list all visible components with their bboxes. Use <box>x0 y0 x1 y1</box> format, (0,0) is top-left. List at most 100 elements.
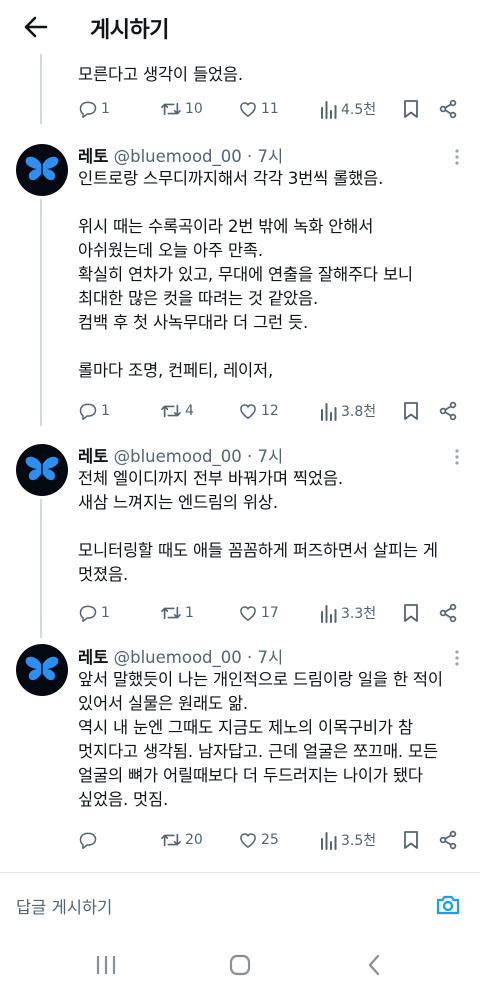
more-icon[interactable] <box>454 148 460 166</box>
previous-post[interactable]: 모른다고 생각이 들었음. 1 10 11 4.5천 <box>0 0 480 132</box>
like-button[interactable]: 11 <box>238 98 279 120</box>
bookmark-button[interactable] <box>402 829 420 851</box>
view-count: 3.8천 <box>341 404 377 420</box>
more-icon[interactable] <box>454 448 460 466</box>
retweet-icon <box>160 603 182 623</box>
author-name[interactable]: 레토 <box>78 147 108 166</box>
recent-apps-icon[interactable] <box>95 953 117 977</box>
bookmark-button[interactable] <box>402 400 420 422</box>
share-icon <box>438 603 458 623</box>
bookmark-icon <box>402 830 420 850</box>
author-handle[interactable]: @bluemood_00 <box>114 447 242 466</box>
more-icon[interactable] <box>454 649 460 667</box>
views-icon <box>320 830 338 850</box>
share-button[interactable] <box>438 829 458 851</box>
post-header: 레토 @bluemood_00 · 7시 <box>78 443 283 467</box>
retweet-button[interactable]: 4 <box>160 400 194 422</box>
like-button[interactable]: 12 <box>238 400 279 422</box>
retweet-count: 4 <box>185 403 194 419</box>
butterfly-icon <box>25 156 59 181</box>
reply-button[interactable]: 1 <box>78 400 110 422</box>
avatar[interactable] <box>16 144 68 196</box>
share-button[interactable] <box>438 400 458 422</box>
action-bar: 1 4 12 3.8천 <box>78 400 462 422</box>
post[interactable]: 레토 @bluemood_00 · 7시 인트로랑 스무디까지해서 각각 3번씩… <box>0 132 480 432</box>
post-text: 앞서 말했듯이 나는 개인적으로 드림이랑 일을 한 적이 있어서 실물은 원래… <box>78 670 443 809</box>
reply-count: 1 <box>101 403 110 419</box>
like-count: 12 <box>261 403 279 419</box>
post-text: 모른다고 생각이 들었음. <box>78 65 243 84</box>
author-name[interactable]: 레토 <box>78 447 108 466</box>
retweet-button[interactable]: 20 <box>160 829 203 851</box>
bookmark-icon <box>402 401 420 421</box>
author-name[interactable]: 레토 <box>78 648 108 667</box>
views-button[interactable]: 3.3천 <box>320 602 376 624</box>
author-handle[interactable]: @bluemood_00 <box>114 147 242 166</box>
reply-icon <box>78 830 98 850</box>
bookmark-icon <box>402 603 420 623</box>
avatar[interactable] <box>16 444 68 496</box>
views-button[interactable]: 3.5천 <box>320 829 376 851</box>
home-icon[interactable] <box>228 953 252 977</box>
reply-count: 1 <box>101 605 110 621</box>
reply-icon <box>78 401 98 421</box>
post-header: 레토 @bluemood_00 · 7시 <box>78 143 283 167</box>
camera-icon[interactable] <box>434 891 462 919</box>
action-bar: 1 1 17 3.3천 <box>78 602 462 624</box>
like-icon <box>238 99 258 119</box>
reply-button[interactable]: 1 <box>78 98 110 120</box>
retweet-count: 10 <box>185 101 203 117</box>
post-time: · 7시 <box>247 648 284 667</box>
reply-button[interactable]: 1 <box>78 602 110 624</box>
like-icon <box>238 603 258 623</box>
bookmark-button[interactable] <box>402 602 420 624</box>
retweet-button[interactable]: 1 <box>160 602 194 624</box>
views-icon <box>320 99 338 119</box>
reply-button[interactable] <box>78 829 101 851</box>
retweet-button[interactable]: 10 <box>160 98 203 120</box>
views-icon <box>320 401 338 421</box>
views-button[interactable]: 3.8천 <box>320 400 376 422</box>
views-icon <box>320 603 338 623</box>
back-nav-icon[interactable] <box>366 953 382 977</box>
like-button[interactable]: 17 <box>238 602 279 624</box>
butterfly-icon <box>25 456 59 481</box>
reply-icon <box>78 99 98 119</box>
retweet-count: 20 <box>185 832 203 848</box>
like-count: 11 <box>261 101 279 117</box>
author-handle[interactable]: @bluemood_00 <box>114 648 242 667</box>
reply-input[interactable]: 답글 게시하기 <box>16 894 112 918</box>
share-button[interactable] <box>438 602 458 624</box>
share-icon <box>438 401 458 421</box>
reply-count: 1 <box>101 101 110 117</box>
post-time: · 7시 <box>247 447 284 466</box>
bookmark-icon <box>402 99 420 119</box>
system-nav-bar <box>0 936 480 994</box>
action-bar: 20 25 3.5천 <box>78 829 462 851</box>
share-button[interactable] <box>438 98 458 120</box>
retweet-icon <box>160 99 182 119</box>
post-time: · 7시 <box>247 147 284 166</box>
action-bar: 1 10 11 4.5천 <box>78 98 462 120</box>
like-icon <box>238 401 258 421</box>
like-button[interactable]: 25 <box>238 829 279 851</box>
view-count: 4.5천 <box>341 102 377 118</box>
post-text: 인트로랑 스무디까지해서 각각 3번씩 롤했음. 위시 때는 수록곡이라 2번 … <box>78 169 413 380</box>
view-count: 3.5천 <box>341 833 377 849</box>
share-icon <box>438 99 458 119</box>
share-icon <box>438 830 458 850</box>
post[interactable]: 레토 @bluemood_00 · 7시 전체 엘이디까지 전부 바꿔가며 찍었… <box>0 432 480 632</box>
retweet-icon <box>160 830 182 850</box>
butterfly-icon <box>25 656 59 681</box>
like-count: 25 <box>261 832 279 848</box>
views-button[interactable]: 4.5천 <box>320 98 376 120</box>
retweet-count: 1 <box>185 605 194 621</box>
bookmark-button[interactable] <box>402 98 420 120</box>
avatar[interactable] <box>16 644 68 696</box>
retweet-icon <box>160 401 182 421</box>
reply-composer[interactable]: 답글 게시하기 <box>0 872 480 937</box>
like-icon <box>238 830 258 850</box>
reply-icon <box>78 603 98 623</box>
post-header: 레토 @bluemood_00 · 7시 <box>78 644 283 668</box>
post[interactable]: 레토 @bluemood_00 · 7시 앞서 말했듯이 나는 개인적으로 드림… <box>0 632 480 872</box>
